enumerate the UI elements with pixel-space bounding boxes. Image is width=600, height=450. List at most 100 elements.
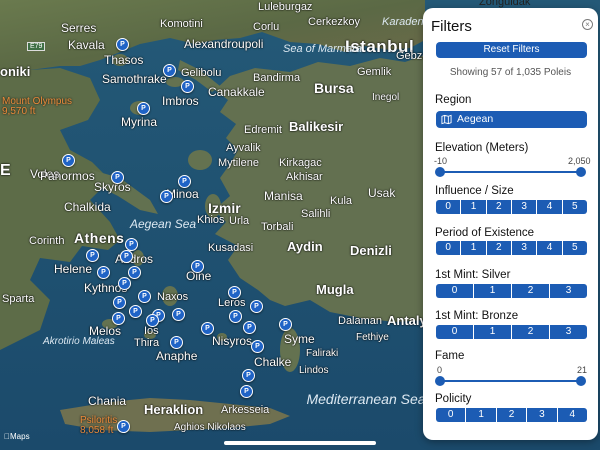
city-label: Luleburgaz (258, 1, 313, 13)
segment-1[interactable]: 1 (465, 408, 495, 422)
city-label: Komotini (160, 18, 203, 30)
polis-pin[interactable]: P (129, 305, 142, 318)
polis-pin[interactable]: P (117, 420, 130, 433)
segment-0[interactable]: 0 (436, 408, 465, 422)
city-label: Corlu (253, 21, 280, 33)
polis-pin[interactable]: P (243, 321, 256, 334)
polis-pin[interactable]: P (160, 190, 173, 203)
poleis-label: Thira (134, 337, 160, 349)
elevation-min: -10 (434, 156, 448, 166)
polis-pin[interactable]: P (229, 310, 242, 323)
slider-handle-min[interactable] (435, 167, 445, 177)
polis-pin[interactable]: P (181, 80, 194, 93)
polis-pin[interactable]: P (118, 277, 131, 290)
filters-panel: Filters × Reset Filters Showing 57 of 1,… (423, 8, 598, 440)
city-label: Heraklion (144, 402, 204, 417)
polis-pin[interactable]: P (170, 336, 183, 349)
polis-pin[interactable]: P (250, 300, 263, 313)
fame-slider[interactable] (435, 376, 586, 386)
city-label: Kavala (68, 38, 105, 52)
segment-3[interactable]: 3 (549, 284, 587, 298)
city-label: Kula (330, 195, 353, 207)
reset-filters-button[interactable]: Reset Filters (436, 42, 587, 58)
segment-2[interactable]: 2 (511, 284, 549, 298)
segment-1[interactable]: 1 (460, 241, 485, 255)
poleis-label: Syme (284, 332, 315, 346)
region-label: Region (435, 94, 472, 106)
polis-pin[interactable]: P (178, 175, 191, 188)
elevation-slider[interactable] (435, 167, 586, 177)
polis-pin[interactable]: P (251, 340, 264, 353)
segment-3[interactable]: 3 (549, 325, 587, 339)
polis-pin[interactable]: P (240, 385, 253, 398)
segment-4[interactable]: 4 (536, 241, 561, 255)
segment-5[interactable]: 5 (561, 241, 587, 255)
polis-pin[interactable]: P (112, 312, 125, 325)
polis-pin[interactable]: P (86, 249, 99, 262)
segment-2[interactable]: 2 (485, 200, 511, 214)
period-label: Period of Existence (435, 227, 535, 239)
city-label: Urla (229, 215, 250, 227)
city-label: Salihli (301, 208, 331, 220)
city-label: Khios (197, 214, 225, 226)
poleis-label: Naxos (157, 291, 189, 303)
maps-attribution: Maps (4, 432, 30, 441)
poleis-label: Thasos (104, 53, 144, 67)
segment-5[interactable]: 5 (561, 200, 587, 214)
city-label: Edremit (244, 124, 282, 136)
polis-pin[interactable]: P (242, 369, 255, 382)
polis-pin[interactable]: P (128, 266, 141, 279)
polis-pin[interactable]: P (163, 64, 176, 77)
segment-1[interactable]: 1 (473, 325, 511, 339)
polis-pin[interactable]: P (201, 322, 214, 335)
segment-2[interactable]: 2 (495, 408, 526, 422)
city-label: Alexandroupoli (184, 37, 264, 51)
polis-pin[interactable]: P (62, 154, 75, 167)
segment-3[interactable]: 3 (526, 408, 556, 422)
home-indicator[interactable] (224, 441, 376, 445)
elevation-max: 2,050 (568, 156, 591, 166)
polis-pin[interactable]: P (279, 318, 292, 331)
poleis-label: Nisyros (212, 334, 253, 348)
segment-0[interactable]: 0 (436, 325, 473, 339)
segment-1[interactable]: 1 (460, 200, 485, 214)
city-label: Gelibolu (181, 67, 222, 79)
city-label: Athens (74, 230, 125, 246)
influence-segments: 0 1 2 3 4 5 (436, 200, 587, 214)
polis-pin[interactable]: P (116, 38, 129, 51)
polis-pin[interactable]: P (228, 286, 241, 299)
polis-pin[interactable]: P (111, 171, 124, 184)
city-label: Faliraki (306, 348, 339, 359)
sea-label: Aegean Sea (130, 217, 197, 231)
city-label: Chalkida (64, 200, 111, 214)
road-shield: E79 (27, 42, 46, 51)
polis-pin[interactable]: P (191, 260, 204, 273)
segment-2[interactable]: 2 (485, 241, 511, 255)
segment-0[interactable]: 0 (436, 284, 473, 298)
segment-3[interactable]: 3 (510, 241, 536, 255)
close-icon[interactable]: × (582, 19, 593, 30)
polis-pin[interactable]: P (113, 296, 126, 309)
city-label: Dalaman (338, 315, 383, 327)
segment-1[interactable]: 1 (473, 284, 511, 298)
region-select[interactable]: Aegean (436, 111, 587, 128)
slider-handle-max[interactable] (576, 376, 586, 386)
city-label: Kusadasi (208, 242, 254, 254)
polis-pin[interactable]: P (138, 290, 151, 303)
segment-3[interactable]: 3 (510, 200, 536, 214)
poleis-label: Chalke (254, 355, 292, 369)
polis-pin[interactable]: P (97, 266, 110, 279)
polis-pin[interactable]: P (172, 308, 185, 321)
slider-handle-max[interactable] (576, 167, 586, 177)
segment-4[interactable]: 4 (556, 408, 587, 422)
polis-pin[interactable]: P (137, 102, 150, 115)
influence-label: Influence / Size (435, 185, 514, 197)
segment-0[interactable]: 0 (436, 200, 460, 214)
segment-2[interactable]: 2 (511, 325, 549, 339)
segment-0[interactable]: 0 (436, 241, 460, 255)
slider-handle-min[interactable] (435, 376, 445, 386)
polis-pin[interactable]: P (146, 314, 159, 327)
panel-title: Filters (431, 18, 472, 35)
polis-pin[interactable]: P (120, 250, 133, 263)
segment-4[interactable]: 4 (536, 200, 561, 214)
